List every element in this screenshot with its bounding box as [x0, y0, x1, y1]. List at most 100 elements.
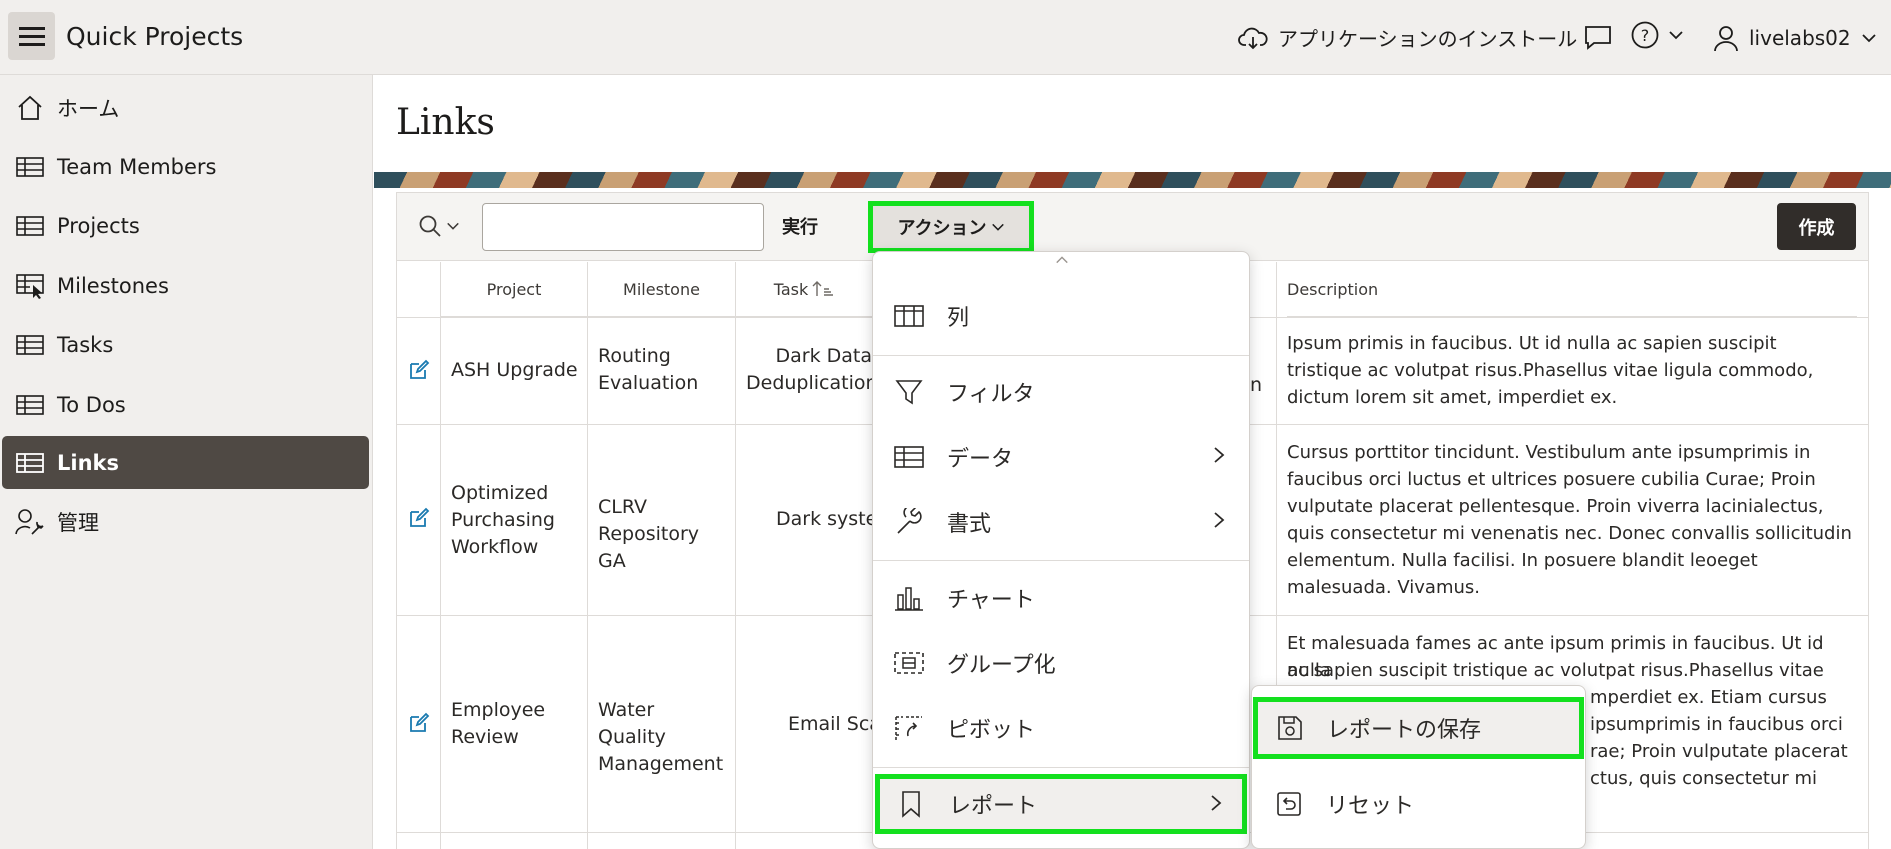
menu-item-label: 書式 [947, 512, 992, 537]
chevron-up-icon[interactable] [1055, 253, 1069, 267]
cell-task: Dark Data Deduplication [746, 345, 872, 394]
table-cursor-icon [15, 271, 45, 301]
column-header-milestone[interactable]: Milestone [588, 262, 735, 317]
sidebar-item-projects[interactable]: Projects [2, 199, 369, 252]
chevron-down-icon [991, 223, 1004, 231]
menu-item-label: グループ化 [947, 653, 1056, 678]
reset-icon [1274, 789, 1304, 819]
menu-item-label: チャート [947, 588, 1035, 613]
sidebar-item-label: ホーム [57, 96, 120, 121]
edit-icon[interactable] [407, 358, 431, 382]
menu-item-label: フィルタ [947, 382, 1035, 407]
sidebar-item-to-dos[interactable]: To Dos [2, 378, 369, 431]
menu-item-columns[interactable]: 列 [873, 286, 1249, 346]
menu-item-pivot[interactable]: ピボット [873, 698, 1249, 758]
submenu-item-reset[interactable]: リセット [1252, 773, 1585, 835]
menu-separator [873, 767, 1249, 768]
cell-description-line: ctus, quis consectetur mi [1590, 768, 1818, 789]
cell-description-line: mperdiet ex. Etiam cursus [1590, 687, 1827, 708]
cloud-download-icon [1238, 27, 1268, 49]
submenu-item-save-report[interactable]: レポートの保存 [1253, 697, 1584, 759]
cell-milestone: Water Quality Management [598, 699, 724, 775]
pivot-icon [893, 712, 925, 744]
bar-chart-icon [893, 582, 925, 614]
chevron-right-icon [1214, 512, 1225, 528]
chevron-right-icon [1214, 447, 1225, 463]
cell-description: Ipsum primis in faucibus. Ut id nulla ac… [1287, 333, 1814, 408]
wrench-icon [893, 506, 925, 538]
sidebar-item-label: Tasks [57, 332, 114, 357]
edit-icon[interactable] [407, 506, 431, 530]
install-app-button[interactable]: アプリケーションのインストール [1238, 0, 1577, 75]
help-menu-button[interactable]: ? [1630, 20, 1684, 50]
column-divider [440, 262, 441, 849]
user-wrench-icon [15, 507, 45, 537]
table-icon [15, 390, 45, 420]
menu-item-chart[interactable]: チャート [873, 568, 1249, 628]
cell-project: Employee Review [451, 699, 546, 748]
menu-item-label: データ [947, 447, 1014, 472]
svg-text:?: ? [1641, 26, 1650, 45]
sidebar-item-tasks[interactable]: Tasks [2, 318, 369, 371]
group-icon [893, 647, 925, 679]
sidebar-item-milestones[interactable]: Milestones [2, 259, 369, 312]
sidebar-item-label: 管理 [57, 510, 99, 535]
menu-item-report[interactable]: レポート [875, 774, 1247, 834]
sidebar-item-links[interactable]: Links [2, 436, 369, 489]
sidebar-item-label: To Dos [57, 392, 126, 417]
columns-icon [893, 300, 925, 332]
cell-project: Optimized Purchasing Workflow [451, 482, 555, 558]
table-icon [15, 152, 45, 182]
search-column-selector[interactable] [418, 214, 460, 238]
edit-icon[interactable] [407, 711, 431, 735]
search-icon [419, 215, 441, 237]
chat-icon[interactable] [1583, 22, 1613, 52]
column-divider [587, 262, 588, 849]
table-icon [15, 330, 45, 360]
sidebar-item-label: Projects [57, 213, 140, 238]
home-icon [15, 93, 45, 123]
actions-label: アクション [897, 218, 987, 239]
column-divider [735, 262, 736, 849]
cell-partial: n [1250, 374, 1263, 396]
sidebar-item-admin[interactable]: 管理 [2, 495, 369, 548]
search-input[interactable] [482, 203, 764, 251]
filter-icon [893, 376, 925, 408]
install-label: アプリケーションのインストール [1278, 27, 1578, 51]
column-header-task[interactable]: Task [736, 262, 872, 317]
sidebar-item-team-members[interactable]: Team Members [2, 140, 369, 193]
help-icon: ? [1631, 21, 1659, 49]
cell-milestone: CLRV Repository GA [598, 496, 700, 572]
menu-item-group-by[interactable]: グループ化 [873, 633, 1249, 693]
sidebar-item-label: Team Members [57, 154, 217, 179]
hamburger-menu-button[interactable] [8, 12, 55, 60]
user-icon [1714, 25, 1738, 51]
page-title: Links [396, 102, 495, 143]
menu-item-filter[interactable]: フィルタ [873, 362, 1249, 422]
sidebar-item-home[interactable]: ホーム [2, 81, 369, 134]
menu-item-label: 列 [947, 306, 970, 331]
create-button[interactable]: 作成 [1777, 203, 1856, 250]
menu-item-label: ピボット [947, 718, 1036, 743]
menu-item-data[interactable]: データ [873, 427, 1249, 487]
column-header-label: Task [773, 279, 809, 299]
username: livelabs02 [1749, 25, 1851, 50]
actions-button[interactable]: アクション [868, 201, 1034, 253]
cell-description-line: rae; Proin vulputate placerat [1590, 741, 1848, 762]
cell-description: Cursus porttitor tincidunt. Vestibulum a… [1287, 442, 1852, 598]
sidebar-item-label: Links [57, 450, 119, 475]
chevron-right-icon [1211, 795, 1222, 811]
user-menu-button[interactable]: livelabs02 [1713, 0, 1877, 75]
go-button[interactable]: 実行 [782, 213, 818, 239]
app-title[interactable]: Quick Projects [66, 22, 243, 51]
decorative-banner [374, 172, 1891, 188]
cell-milestone: Routing Evaluation [598, 345, 699, 394]
sidebar-item-label: Milestones [57, 273, 169, 298]
table-icon [15, 448, 45, 478]
menu-item-format[interactable]: 書式 [873, 492, 1249, 552]
save-icon [1275, 713, 1305, 743]
column-header-project[interactable]: Project [441, 262, 587, 317]
menu-item-label: レポート [949, 794, 1038, 819]
table-icon [15, 211, 45, 241]
column-header-description[interactable]: Description [1287, 262, 1857, 317]
